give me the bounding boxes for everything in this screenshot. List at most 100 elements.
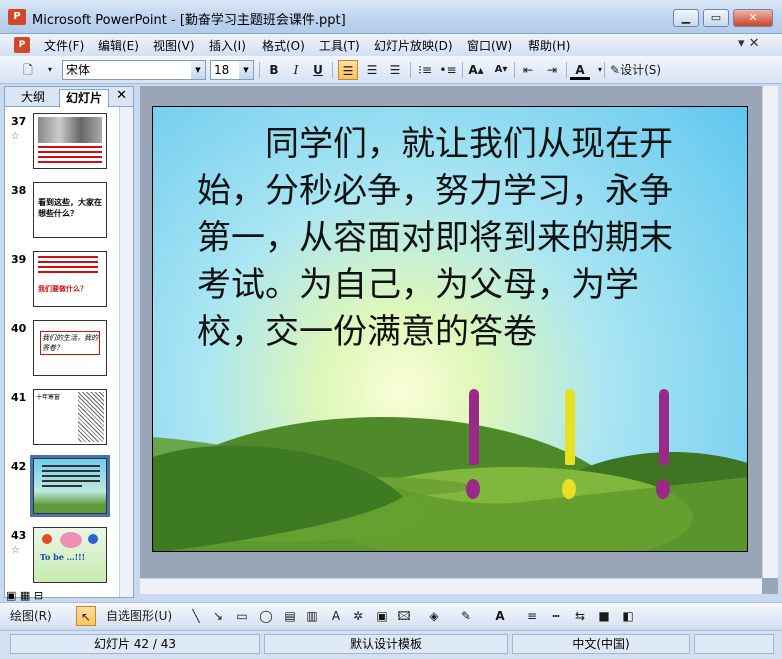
text-line xyxy=(38,156,102,158)
maximize-button[interactable]: ▭ xyxy=(703,9,729,27)
numbered-list-icon[interactable]: ⁝≡ xyxy=(415,60,435,80)
picture-icon[interactable]: 🖾 xyxy=(394,606,414,626)
chevron-down-icon[interactable]: ▾ xyxy=(590,60,610,80)
font-color-icon[interactable]: A xyxy=(490,606,510,626)
menu-slideshow[interactable]: 幻灯片放映(D) xyxy=(374,37,453,54)
slide-thumbnail-40[interactable]: 40 我们的生活，我的答卷？ xyxy=(5,320,121,382)
slide-thumbnail-41[interactable]: 41 十年寒窗 xyxy=(5,389,121,451)
menu-help[interactable]: 帮助(H) xyxy=(528,37,570,54)
horizontal-scrollbar[interactable] xyxy=(140,578,762,594)
slide-thumbnail-38[interactable]: 38 看到这些，大家在想些什么？ xyxy=(5,182,121,244)
close-button[interactable]: ✕ xyxy=(733,9,773,27)
autoshapes-menu-button[interactable]: 自选图形(U) xyxy=(106,606,172,626)
align-right-icon[interactable]: ☰ xyxy=(385,60,405,80)
menu-tools[interactable]: 工具(T) xyxy=(319,37,360,54)
status-empty-cell xyxy=(694,634,774,654)
tab-outline[interactable]: 大纲 xyxy=(15,89,51,107)
slide-preview-text: 我们要做什么？ xyxy=(38,284,87,293)
slide-body-text[interactable]: 同学们，就让我们从现在开始，分秒必争，努力学习，永争第一，从容面对即将到来的期末… xyxy=(197,121,687,356)
sorter-view-icon[interactable]: ▦ xyxy=(20,589,30,602)
slide-thumbnail-37[interactable]: 37 ☆ xyxy=(5,113,121,175)
italic-button[interactable]: I xyxy=(286,60,306,80)
balloon-icon xyxy=(42,534,52,544)
minimize-button[interactable]: ▁ xyxy=(673,9,699,27)
status-bar: 幻灯片 42 / 43 默认设计模板 中文(中国) xyxy=(0,630,782,659)
arrow-tool-icon[interactable]: ↘ xyxy=(208,606,228,626)
tab-slides[interactable]: 幻灯片 xyxy=(59,89,110,107)
window-title: Microsoft PowerPoint - [勤奋学习主题班会课件.ppt] xyxy=(32,13,346,28)
text-line xyxy=(42,475,100,477)
wordart-icon[interactable]: A xyxy=(326,606,346,626)
font-size-select[interactable]: 18 ▼ xyxy=(210,60,254,80)
textbox-tool-icon[interactable]: ▤ xyxy=(280,606,300,626)
toolbar-separator xyxy=(566,62,567,78)
align-center-icon[interactable]: ☰ xyxy=(362,60,382,80)
slide-preview xyxy=(30,455,110,517)
arrow-style-icon[interactable]: ⇆ xyxy=(570,606,590,626)
slide-number: 42 xyxy=(11,460,27,473)
normal-view-icon[interactable]: ▣ xyxy=(6,589,16,602)
menu-edit[interactable]: 编辑(E) xyxy=(98,37,139,54)
clipart-icon[interactable]: ▣ xyxy=(372,606,392,626)
decrease-indent-icon[interactable]: ⇤ xyxy=(518,60,538,80)
vertical-scrollbar[interactable] xyxy=(762,86,778,578)
menu-window[interactable]: 窗口(W) xyxy=(467,37,512,54)
3d-style-icon[interactable]: ◧ xyxy=(618,606,638,626)
text-line xyxy=(42,470,100,472)
font-color-icon[interactable]: A xyxy=(570,60,590,80)
formatting-toolbar: 🗋 ▾ 宋体 ▼ 18 ▼ B I U ☰ ☰ ☰ ⁝≡ •≡ A▴ A▾ ⇤ … xyxy=(0,56,782,84)
menubar-controls[interactable]: ▾ ✕ xyxy=(738,36,760,51)
chevron-down-icon[interactable]: ▼ xyxy=(239,61,253,79)
chevron-down-icon[interactable]: ▼ xyxy=(191,61,205,79)
pane-scrollbar[interactable] xyxy=(119,107,133,597)
underline-button[interactable]: U xyxy=(308,60,328,80)
balloon-icon xyxy=(88,534,98,544)
new-document-icon[interactable]: 🗋 xyxy=(18,60,38,80)
menu-format[interactable]: 格式(O) xyxy=(262,37,305,54)
text-line xyxy=(38,261,98,263)
shadow-icon[interactable]: ■ xyxy=(594,606,614,626)
slide-number: 43 xyxy=(11,529,27,542)
rectangle-tool-icon[interactable]: ▭ xyxy=(232,606,252,626)
design-icon: ✎ xyxy=(610,63,621,77)
slideshow-view-icon[interactable]: ⊟ xyxy=(34,589,43,602)
pane-tabs: 大纲 幻灯片 ✕ xyxy=(5,87,133,107)
slide-thumbnail-39[interactable]: 39 我们要做什么？ xyxy=(5,251,121,313)
document-icon[interactable]: P xyxy=(14,37,30,53)
bold-button[interactable]: B xyxy=(264,60,284,80)
increase-font-icon[interactable]: A▴ xyxy=(466,60,486,80)
diagram-icon[interactable]: ✲ xyxy=(348,606,368,626)
line-tool-icon[interactable]: ╲ xyxy=(186,606,206,626)
menu-file[interactable]: 文件(F) xyxy=(44,37,84,54)
title-bar: P Microsoft PowerPoint - [勤奋学习主题班会课件.ppt… xyxy=(0,0,782,34)
slide-preview-text: 我们的生活，我的答卷？ xyxy=(40,331,100,355)
line-color-icon[interactable]: ✎ xyxy=(456,606,476,626)
dash-style-icon[interactable]: ┅ xyxy=(546,606,566,626)
align-left-icon[interactable]: ☰ xyxy=(338,60,358,80)
font-size-value: 18 xyxy=(214,63,230,77)
slide-preview xyxy=(33,113,107,169)
pane-close-icon[interactable]: ✕ xyxy=(116,88,127,103)
draw-menu-button[interactable]: 绘图(R) xyxy=(10,606,52,626)
select-arrow-icon[interactable]: ↖ xyxy=(76,606,96,626)
menu-insert[interactable]: 插入(I) xyxy=(209,37,246,54)
decrease-font-icon[interactable]: A▾ xyxy=(491,60,511,80)
slide-thumbnail-42[interactable]: 42 xyxy=(5,455,121,520)
line-style-icon[interactable]: ≡ xyxy=(522,606,542,626)
text-line xyxy=(42,465,100,467)
fill-color-icon[interactable]: ◈ xyxy=(424,606,444,626)
design-button[interactable]: ✎设计(S) xyxy=(610,60,661,80)
bullet-list-icon[interactable]: •≡ xyxy=(438,60,458,80)
slide-canvas[interactable]: 同学们，就让我们从现在开始，分秒必争，努力学习，永争第一，从容面对即将到来的期末… xyxy=(152,106,748,552)
slide-position: 幻灯片 42 / 43 xyxy=(10,634,260,654)
oval-tool-icon[interactable]: ◯ xyxy=(256,606,276,626)
text-line xyxy=(38,256,98,258)
drawing-toolbar: 绘图(R) ↖ 自选图形(U) ╲ ↘ ▭ ◯ ▤ ▥ A ✲ ▣ 🖾 ◈ ✎ … xyxy=(0,602,782,628)
menu-view[interactable]: 视图(V) xyxy=(153,37,195,54)
slide-thumbnail-43[interactable]: 43 ☆ To be …!!! xyxy=(5,527,121,589)
slide-preview: 看到这些，大家在想些什么？ xyxy=(33,182,107,238)
font-name-select[interactable]: 宋体 ▼ xyxy=(62,60,206,80)
increase-indent-icon[interactable]: ⇥ xyxy=(542,60,562,80)
toolbar-options-icon[interactable]: ▾ xyxy=(40,60,60,80)
vertical-textbox-icon[interactable]: ▥ xyxy=(302,606,322,626)
